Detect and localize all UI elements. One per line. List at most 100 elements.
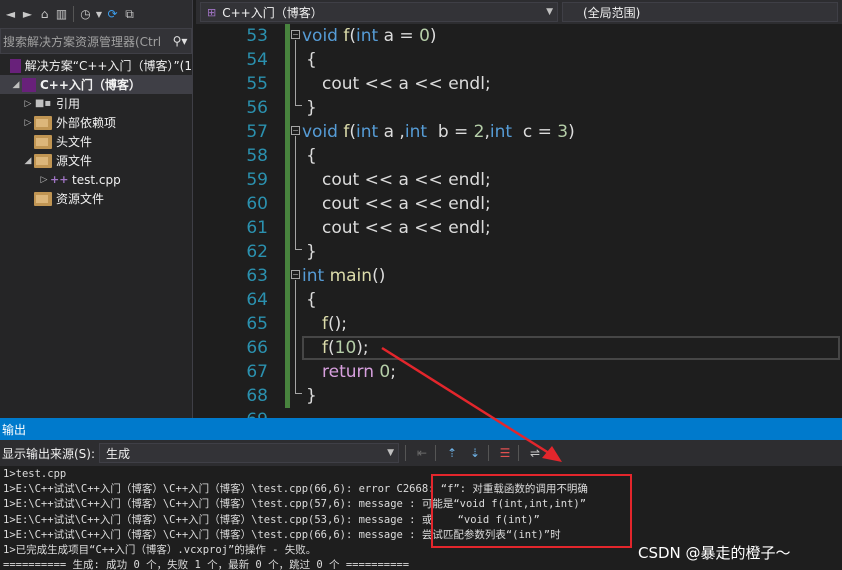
output-source-dropdown[interactable]: 生成 ▼ <box>99 443 400 463</box>
references-icon: ■▪ <box>34 97 52 109</box>
code-token: int <box>302 266 325 286</box>
folder-icon <box>34 191 52 206</box>
find-message-in-code-icon[interactable]: ⇤ <box>412 443 432 463</box>
code-token: int <box>356 26 379 46</box>
line-number: 66 <box>246 338 268 358</box>
expanded-chevron-icon[interactable]: ◢ <box>10 80 22 90</box>
clear-all-icon[interactable]: ☰ <box>495 443 515 463</box>
code-token: 10 <box>334 338 357 358</box>
refresh-icon[interactable]: ⟳ <box>104 5 121 23</box>
code-token: b = <box>427 122 474 142</box>
line-number: 54 <box>246 50 268 70</box>
line-number: 59 <box>246 170 268 190</box>
toolbar-divider <box>488 445 490 461</box>
expanded-chevron-icon[interactable]: ◢ <box>22 156 34 166</box>
code-token: f <box>322 338 328 358</box>
search-icon[interactable]: ⚲▾ <box>169 34 191 48</box>
line-number: 62 <box>246 242 268 262</box>
code-token: void <box>302 26 338 46</box>
code-token: } <box>306 242 317 262</box>
home-icon[interactable]: ⌂ <box>36 5 53 23</box>
tree-item-test-cpp[interactable]: ▷ ++ test.cpp <box>0 170 192 189</box>
change-tracking-bar <box>285 24 290 408</box>
output-title-label: 输出 <box>2 422 27 437</box>
solution-explorer: ◄ ► ⌂ ▥ ◷ ▼ ⟳ ⧉ 搜索解决方案资源管理器(Ctrl ⚲▾ 解决方案… <box>0 0 193 418</box>
tree-item-project[interactable]: ◢ C++入门（博客） <box>0 75 192 94</box>
line-number: 69 <box>196 408 272 418</box>
code-line-54: { <box>302 48 842 72</box>
watermark: CSDN @暴走的橙子～ <box>638 544 791 562</box>
output-source-label: 显示输出来源(S): <box>2 446 96 461</box>
previous-message-icon[interactable]: ⇡ <box>442 443 462 463</box>
tree-item-label: 源文件 <box>56 154 93 168</box>
switch-views-icon[interactable]: ▥ <box>53 5 70 23</box>
tree-item-header-files[interactable]: 头文件 <box>0 132 192 151</box>
cpp-file-icon: ⊞ <box>207 5 217 19</box>
code-token: () <box>372 266 386 286</box>
collapse-all-icon[interactable]: ⧉ <box>121 5 138 23</box>
collapsed-chevron-icon[interactable]: ▷ <box>38 175 50 185</box>
forward-icon[interactable]: ► <box>19 5 36 23</box>
code-token: { <box>306 50 317 70</box>
tree-item-references[interactable]: ▷ ■▪ 引用 <box>0 94 192 113</box>
collapse-toggle-icon[interactable]: − <box>291 270 300 279</box>
tree-item-label: C++入门（博客） <box>40 78 141 92</box>
next-message-icon[interactable]: ⇣ <box>465 443 485 463</box>
toggle-word-wrap-icon[interactable]: ⇌ <box>525 443 545 463</box>
code-token: return <box>322 362 374 382</box>
code-line-64: { <box>302 288 842 312</box>
line-number: 60 <box>246 194 268 214</box>
project-dropdown[interactable]: ⊞ C++入门（博客） ▼ <box>200 2 558 22</box>
folder-icon <box>34 134 52 149</box>
line-number: 67 <box>246 362 268 382</box>
code-token: { <box>306 290 317 310</box>
output-source-value: 生成 <box>106 446 131 461</box>
back-icon[interactable]: ◄ <box>2 5 19 23</box>
tree-item-label: 解决方案“C++入门（博客）”(1 <box>24 59 192 73</box>
folder-icon <box>34 115 52 130</box>
collapsed-chevron-icon[interactable]: ▷ <box>22 118 34 128</box>
tree-item-solution[interactable]: 解决方案“C++入门（博客）”(1 <box>0 56 192 75</box>
tree-item-external-deps[interactable]: ▷ 外部依赖项 <box>0 113 192 132</box>
tree-item-source-files[interactable]: ◢ 源文件 <box>0 151 192 170</box>
output-line: 1>E:\C++试试\C++入门（博客）\C++入门（博客）\test.cpp(… <box>3 483 588 496</box>
dropdown-arrow-icon[interactable]: ▼ <box>94 5 104 23</box>
code-token: a = <box>378 26 420 46</box>
folder-icon <box>34 153 52 168</box>
output-line: 1>test.cpp <box>3 468 67 480</box>
code-editor[interactable]: 53 54 55 56 57 58 59 60 61 62 63 64 65 6… <box>196 24 842 418</box>
code-token: ) <box>429 26 437 46</box>
code-line-56: } <box>302 96 842 120</box>
code-text: void f(int a = 0) { cout << a << endl; }… <box>302 24 842 408</box>
search-input[interactable]: 搜索解决方案资源管理器(Ctrl <box>3 33 169 50</box>
code-token: cout << a << endl; <box>322 194 491 214</box>
code-token: int <box>356 122 379 142</box>
code-token: main <box>329 266 373 286</box>
scope-dropdown[interactable]: (全局范围) <box>562 2 838 22</box>
collapsed-chevron-icon[interactable]: ▷ <box>22 99 34 109</box>
tree-item-label: test.cpp <box>72 172 121 187</box>
code-line-53: void f(int a = 0) <box>302 24 842 48</box>
code-line-60: cout << a << endl; <box>302 192 842 216</box>
solution-explorer-toolbar: ◄ ► ⌂ ▥ ◷ ▼ ⟳ ⧉ <box>0 0 192 28</box>
code-line-57: void f(int a ,int b = 2,int c = 3) <box>302 120 842 144</box>
collapse-toggle-icon[interactable]: − <box>291 126 300 135</box>
line-number: 53 <box>246 26 268 46</box>
chevron-down-icon: ▼ <box>387 448 395 458</box>
line-number: 58 <box>246 146 268 166</box>
scope-dropdown-value: (全局范围) <box>583 5 641 20</box>
collapse-toggle-icon[interactable]: − <box>291 30 300 39</box>
solution-search-box[interactable]: 搜索解决方案资源管理器(Ctrl ⚲▾ <box>0 28 192 54</box>
line-number: 56 <box>246 98 268 118</box>
toolbar-divider <box>405 445 407 461</box>
editor-navigation-bar: ⊞ C++入门（博客） ▼ (全局范围) <box>196 0 842 24</box>
pending-changes-icon[interactable]: ◷ <box>77 5 94 23</box>
line-number: 55 <box>246 74 268 94</box>
line-number-gutter: 53 54 55 56 57 58 59 60 61 62 63 64 65 6… <box>196 24 272 418</box>
code-token: cout << a << endl; <box>322 170 491 190</box>
tree-item-label: 外部依赖项 <box>56 116 117 130</box>
tree-item-resource-files[interactable]: 资源文件 <box>0 189 192 208</box>
code-line-63: int main() <box>302 264 842 288</box>
code-token: 0 <box>419 26 430 46</box>
code-token: } <box>306 386 317 406</box>
